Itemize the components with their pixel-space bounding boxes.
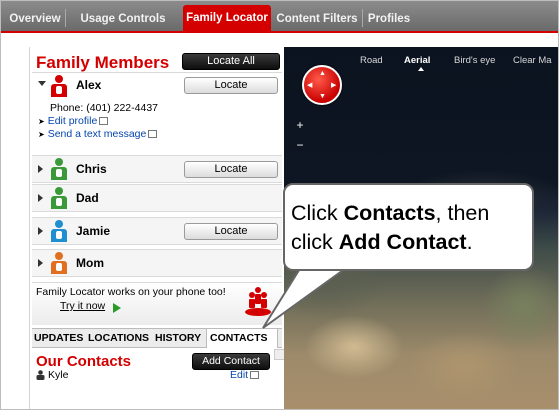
zoom-out-icon[interactable]: −: [294, 139, 306, 151]
map-view-road[interactable]: Road: [360, 55, 383, 66]
person-icon: [50, 220, 68, 242]
expand-arrow-icon[interactable]: [38, 194, 43, 202]
active-view-indicator: [418, 67, 424, 71]
person-icon: [50, 252, 68, 274]
instruction-callout: Click Contacts, then click Add Contact.: [283, 183, 534, 271]
edit-profile-label: Edit profile: [47, 115, 98, 127]
member-chris[interactable]: Chris Locate: [32, 155, 282, 183]
zoom-in-icon[interactable]: +: [294, 119, 306, 131]
promo-text: Family Locator works on your phone too!: [36, 286, 226, 298]
member-alex: Alex Locate Phone: (401) 222-4437 ➤ Edit …: [32, 72, 282, 156]
map-view-clear-map[interactable]: Clear Ma: [513, 55, 552, 66]
send-text-link[interactable]: ➤ Send a text message: [38, 128, 158, 140]
promo-banner: Family Locator works on your phone too! …: [32, 282, 282, 325]
tab-divider: [362, 9, 363, 27]
top-tab-bar: Overview Usage Controls Family Locator C…: [1, 1, 558, 33]
member-name: Alex: [76, 78, 102, 92]
contact-row: Kyle Edit: [32, 367, 282, 387]
pan-compass-icon[interactable]: ▲ ▼ ◀ ▶: [302, 65, 342, 105]
family-members-title: Family Members: [36, 53, 170, 72]
contact-edit-label: Edit: [230, 369, 249, 381]
locate-button[interactable]: Locate: [184, 223, 278, 240]
member-jamie[interactable]: Jamie Locate: [32, 217, 282, 245]
family-group-icon: [245, 287, 271, 316]
left-panel: Family Members Locate All Alex Locate Ph…: [29, 47, 285, 409]
map-view-birds-eye[interactable]: Bird's eye: [454, 55, 495, 66]
tab-history[interactable]: HISTORY: [155, 329, 205, 347]
expand-arrow-icon[interactable]: [38, 165, 43, 173]
member-dad[interactable]: Dad: [32, 184, 282, 212]
expand-arrow-icon[interactable]: [38, 227, 43, 235]
member-name: Mom: [76, 256, 104, 270]
member-phone: Phone: (401) 222-4437: [50, 102, 158, 114]
locate-button[interactable]: Locate: [184, 161, 278, 178]
member-mom[interactable]: Mom: [32, 249, 282, 277]
play-icon[interactable]: [113, 303, 121, 313]
expand-arrow-icon[interactable]: [38, 259, 43, 267]
tab-divider: [65, 9, 66, 27]
external-link-icon: [148, 130, 158, 139]
tab-family-locator[interactable]: Family Locator: [183, 5, 271, 31]
member-name: Chris: [76, 162, 107, 176]
app-window: Overview Usage Controls Family Locator C…: [0, 0, 559, 410]
sub-tab-bar: UPDATES LOCATIONS HISTORY CONTACTS: [32, 328, 282, 348]
tab-updates[interactable]: UPDATES: [34, 329, 86, 347]
contact-edit-link[interactable]: Edit: [230, 369, 260, 381]
locate-all-button[interactable]: Locate All: [182, 53, 280, 70]
person-icon: [50, 158, 68, 180]
map-view-aerial[interactable]: Aerial: [404, 55, 430, 66]
contact-person-icon: [36, 370, 45, 380]
member-name: Dad: [76, 191, 99, 205]
person-icon: [50, 187, 68, 209]
contact-name: Kyle: [48, 369, 69, 381]
callout-text: Click Contacts, then click Add Contact.: [291, 201, 490, 254]
external-link-icon: [99, 117, 109, 126]
collapse-arrow-icon[interactable]: [38, 81, 46, 86]
try-it-now-link[interactable]: Try it now: [60, 300, 105, 312]
tab-contacts[interactable]: CONTACTS: [206, 329, 278, 348]
member-name: Jamie: [76, 224, 111, 238]
person-icon: [50, 75, 68, 97]
tab-profiles[interactable]: Profiles: [365, 7, 413, 31]
send-text-label: Send a text message: [47, 128, 147, 140]
external-link-icon: [250, 371, 260, 380]
tab-overview[interactable]: Overview: [7, 7, 63, 31]
edit-profile-link[interactable]: ➤ Edit profile: [38, 115, 109, 127]
locate-button[interactable]: Locate: [184, 77, 278, 94]
tab-locations[interactable]: LOCATIONS: [88, 329, 152, 347]
tab-content-filters[interactable]: Content Filters: [273, 7, 361, 31]
tab-usage-controls[interactable]: Usage Controls: [69, 7, 177, 31]
